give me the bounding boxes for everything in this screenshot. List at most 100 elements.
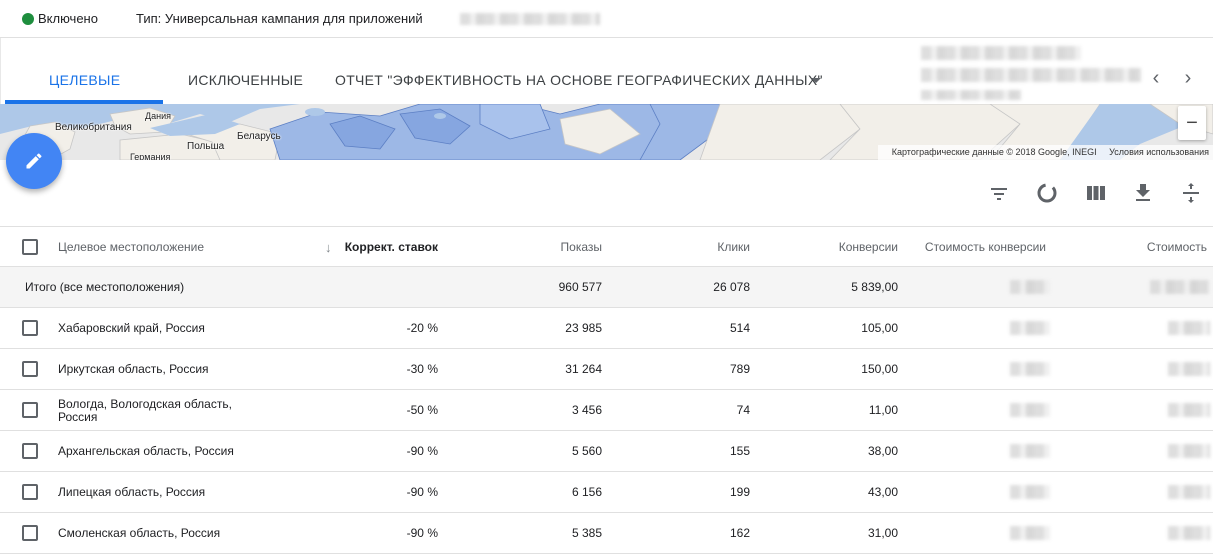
map-terms-link[interactable]: Условия использования — [1109, 147, 1209, 157]
pencil-icon — [26, 153, 42, 169]
map-attribution: Картографические данные © 2018 Google, I… — [877, 145, 1213, 160]
row-clicks: 162 — [729, 526, 750, 540]
row-impressions: 6 156 — [571, 485, 602, 499]
total-conversions: 5 839,00 — [851, 280, 898, 294]
row-location[interactable]: Архангельская область, Россия — [58, 431, 234, 472]
row-clicks: 514 — [729, 321, 750, 335]
redacted-value — [1010, 485, 1050, 499]
col-bid-adj-header[interactable]: Коррект. ставок — [340, 227, 438, 268]
row-location[interactable]: Иркутская область, Россия — [58, 349, 209, 390]
redacted-value — [1150, 280, 1210, 294]
row-location[interactable]: Липецкая область, Россия — [58, 472, 205, 513]
redacted-value — [1010, 526, 1050, 540]
row-checkbox[interactable] — [22, 525, 38, 541]
chevron-right-icon[interactable]: › — [1176, 66, 1200, 90]
col-impressions-header[interactable]: Показы — [500, 227, 602, 268]
status-bar: Включено Тип: Универсальная кампания для… — [0, 0, 1213, 38]
redacted-value — [1010, 362, 1050, 376]
tab-geo-report[interactable]: ОТЧЕТ "ЭФФЕКТИВНОСТЬ НА ОСНОВЕ ГЕОГРАФИЧ… — [335, 72, 823, 88]
table-row[interactable]: Вологда, Вологодская область, Россия -50… — [0, 390, 1213, 431]
row-location[interactable]: Хабаровский край, Россия — [58, 308, 205, 349]
download-icon[interactable] — [1131, 181, 1155, 205]
map-label-germany: Германия — [130, 152, 171, 160]
redacted-value — [1168, 362, 1210, 376]
total-impressions: 960 577 — [558, 280, 602, 294]
col-clicks-header[interactable]: Клики — [650, 227, 750, 268]
sort-arrow-icon[interactable]: ↓ — [325, 240, 332, 255]
row-clicks: 155 — [729, 444, 750, 458]
redacted-text — [921, 68, 1141, 82]
campaign-status[interactable]: Включено — [38, 11, 98, 26]
row-bid-adj[interactable]: -90 % — [340, 472, 438, 513]
map-label-uk: Великобритания — [55, 122, 132, 133]
row-location[interactable]: Вологда, Вологодская область, Россия — [58, 390, 248, 431]
row-checkbox[interactable] — [22, 443, 38, 459]
chevron-left-icon[interactable]: ‹ — [1144, 66, 1168, 90]
col-conversions-header[interactable]: Конверсии — [790, 227, 898, 268]
row-clicks: 74 — [736, 403, 750, 417]
row-conversions: 31,00 — [867, 526, 898, 540]
row-checkbox[interactable] — [22, 402, 38, 418]
tabs-bar: ЦЕЛЕВЫЕ ИСКЛЮЧЕННЫЕ ОТЧЕТ "ЭФФЕКТИВНОСТЬ… — [0, 38, 1213, 104]
col-conv-cost-header[interactable]: Стоимость конверсии — [910, 227, 1046, 268]
status-dot-icon — [22, 13, 34, 25]
row-impressions: 5 385 — [571, 526, 602, 540]
redacted-value — [1010, 444, 1050, 458]
row-impressions: 5 560 — [571, 444, 602, 458]
row-clicks: 199 — [729, 485, 750, 499]
row-bid-adj[interactable]: -20 % — [340, 308, 438, 349]
table-row[interactable]: Смоленская область, Россия -90 % 5 385 1… — [0, 513, 1213, 554]
zoom-out-button[interactable]: − — [1178, 106, 1206, 140]
redacted-value — [1010, 403, 1050, 417]
tab-targeted[interactable]: ЦЕЛЕВЫЕ — [49, 72, 120, 88]
col-cost-header[interactable]: Стоимость — [1100, 227, 1207, 268]
segment-icon[interactable] — [1035, 181, 1059, 205]
redacted-value — [1010, 321, 1050, 335]
redacted-value — [1168, 485, 1210, 499]
row-conversions: 38,00 — [867, 444, 898, 458]
row-checkbox[interactable] — [22, 484, 38, 500]
table-row[interactable]: Липецкая область, Россия -90 % 6 156 199… — [0, 472, 1213, 513]
table-header: Целевое местоположение ↓ Коррект. ставок… — [0, 226, 1213, 267]
row-impressions: 23 985 — [565, 321, 602, 335]
row-conversions: 150,00 — [861, 362, 898, 376]
campaign-type: Тип: Универсальная кампания для приложен… — [136, 11, 423, 26]
row-impressions: 3 456 — [571, 403, 602, 417]
col-location-header[interactable]: Целевое местоположение — [58, 227, 204, 268]
row-impressions: 31 264 — [565, 362, 602, 376]
columns-icon[interactable] — [1084, 181, 1108, 205]
redacted-text — [460, 13, 600, 25]
row-location[interactable]: Смоленская область, Россия — [58, 513, 220, 554]
table-row[interactable]: Иркутская область, Россия -30 % 31 264 7… — [0, 349, 1213, 390]
total-row: Итого (все местоположения) 960 577 26 07… — [0, 267, 1213, 308]
row-bid-adj[interactable]: -50 % — [340, 390, 438, 431]
redacted-value — [1010, 280, 1050, 294]
dropdown-arrow-icon[interactable] — [811, 78, 821, 83]
edit-button[interactable] — [6, 133, 62, 189]
redacted-value — [1168, 526, 1210, 540]
map-label-poland: Польша — [187, 141, 225, 152]
row-checkbox[interactable] — [22, 361, 38, 377]
select-all-checkbox[interactable] — [22, 239, 38, 255]
table-row[interactable]: Хабаровский край, Россия -20 % 23 985 51… — [0, 308, 1213, 349]
map-label-belarus: Беларусь — [237, 131, 281, 142]
total-label: Итого (все местоположения) — [25, 280, 185, 294]
tab-excluded[interactable]: ИСКЛЮЧЕННЫЕ — [188, 72, 303, 88]
row-bid-adj[interactable]: -30 % — [340, 349, 438, 390]
row-checkbox[interactable] — [22, 320, 38, 336]
row-bid-adj[interactable]: -90 % — [340, 513, 438, 554]
row-conversions: 43,00 — [867, 485, 898, 499]
map-label-denmark: Дания — [145, 111, 171, 121]
geo-map[interactable]: Великобритания Дания Беларусь Польша Гер… — [0, 104, 1213, 160]
map-data-credit: Картографические данные © 2018 Google, I… — [891, 147, 1097, 157]
row-conversions: 105,00 — [861, 321, 898, 335]
row-conversions: 11,00 — [868, 403, 898, 417]
filter-icon[interactable] — [987, 181, 1011, 205]
table-row[interactable]: Архангельская область, Россия -90 % 5 56… — [0, 431, 1213, 472]
row-bid-adj[interactable]: -90 % — [340, 431, 438, 472]
row-clicks: 789 — [729, 362, 750, 376]
redacted-text — [921, 46, 1081, 60]
redacted-value — [1168, 321, 1210, 335]
redacted-text — [921, 90, 1021, 100]
expand-icon[interactable] — [1179, 181, 1203, 205]
